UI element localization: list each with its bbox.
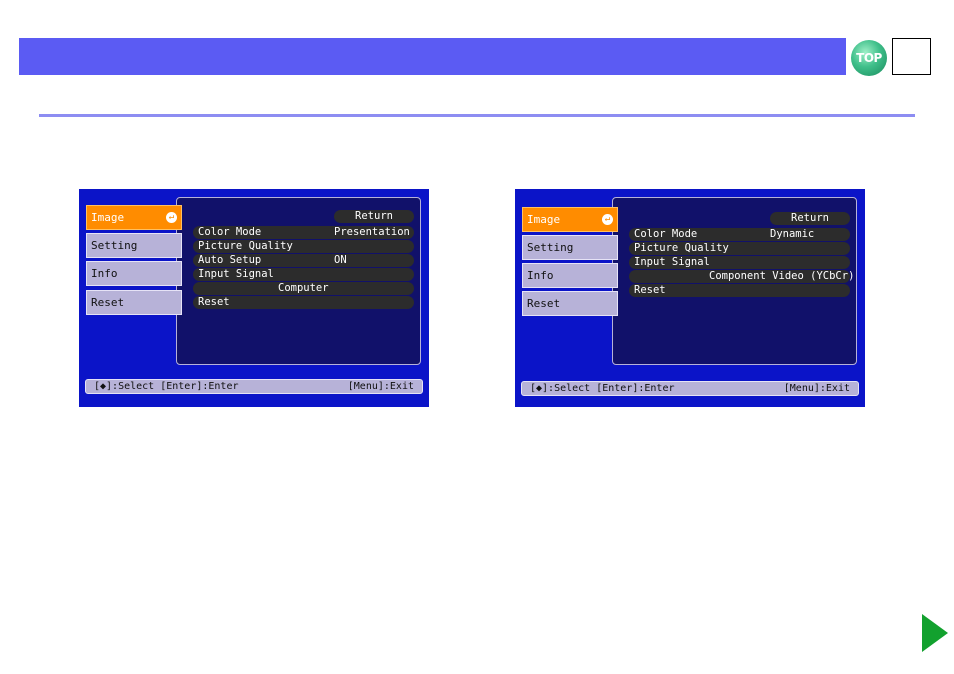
status-exit-hint: [Menu]:Exit [783, 383, 850, 394]
tab-image[interactable]: Image ↵ [86, 205, 182, 230]
projector-menu-screen-computer: Return Color Mode Presentation Picture Q… [79, 189, 429, 407]
header-bar [19, 38, 846, 75]
menu-row-auto-setup[interactable]: Auto Setup ON [193, 254, 414, 267]
tab-label: Reset [91, 296, 125, 309]
tab-setting[interactable]: Setting [522, 235, 618, 260]
row-value: Dynamic [770, 228, 815, 240]
submenu-panel: Return Color Mode Presentation Picture Q… [176, 197, 421, 365]
menu-row-picture-quality[interactable]: Picture Quality [629, 242, 850, 255]
menu-row-input-signal[interactable]: Input Signal [629, 256, 850, 269]
menu-row-color-mode[interactable]: Color Mode Presentation [193, 226, 414, 239]
return-button[interactable]: Return [334, 210, 414, 223]
page-number-box [892, 38, 931, 75]
tab-reset[interactable]: Reset [86, 290, 182, 315]
section-divider [39, 114, 915, 117]
menu-row-input-signal-value[interactable]: Computer [193, 282, 414, 295]
return-button[interactable]: Return [770, 212, 850, 225]
row-label: Color Mode [198, 226, 262, 238]
row-label: Auto Setup [198, 254, 262, 266]
menu-row-reset[interactable]: Reset [629, 284, 850, 297]
row-label: Reset [634, 284, 666, 296]
row-value: ON [334, 254, 347, 266]
row-label: Reset [198, 296, 230, 308]
enter-return-icon: ↵ [166, 212, 177, 223]
tab-image[interactable]: Image ↵ [522, 207, 618, 232]
menu-row-picture-quality[interactable]: Picture Quality [193, 240, 414, 253]
top-button[interactable]: TOP [851, 40, 887, 76]
enter-return-icon: ↵ [602, 214, 613, 225]
row-label: Color Mode [634, 228, 698, 240]
row-label: Picture Quality [634, 242, 729, 254]
tab-label: Setting [527, 241, 574, 254]
tab-label: Reset [527, 297, 561, 310]
tab-label: Info [91, 267, 118, 280]
row-label: Input Signal [634, 256, 710, 268]
menu-row-input-signal-value[interactable]: Component Video (YCbCr) [629, 270, 854, 283]
next-page-arrow-icon[interactable] [922, 614, 948, 652]
status-select-hint: [◆]:Select [Enter]:Enter [94, 381, 239, 392]
tab-info[interactable]: Info [522, 263, 618, 288]
menu-row-input-signal[interactable]: Input Signal [193, 268, 414, 281]
status-exit-hint: [Menu]:Exit [347, 381, 414, 392]
tab-label: Image [527, 213, 561, 226]
row-value: Computer [278, 282, 329, 294]
tab-setting[interactable]: Setting [86, 233, 182, 258]
submenu-panel: Return Color Mode Dynamic Picture Qualit… [612, 197, 857, 365]
row-label: Input Signal [198, 268, 274, 280]
tab-label: Image [91, 211, 125, 224]
status-bar: [◆]:Select [Enter]:Enter [Menu]:Exit [521, 381, 859, 396]
row-value: Presentation [334, 226, 410, 238]
row-value: Component Video (YCbCr) [709, 270, 855, 282]
status-bar: [◆]:Select [Enter]:Enter [Menu]:Exit [85, 379, 423, 394]
row-label: Picture Quality [198, 240, 293, 252]
tab-info[interactable]: Info [86, 261, 182, 286]
projector-menu-screen-component: Return Color Mode Dynamic Picture Qualit… [515, 189, 865, 407]
status-select-hint: [◆]:Select [Enter]:Enter [530, 383, 675, 394]
tab-reset[interactable]: Reset [522, 291, 618, 316]
menu-row-color-mode[interactable]: Color Mode Dynamic [629, 228, 850, 241]
menu-row-reset[interactable]: Reset [193, 296, 414, 309]
tab-label: Info [527, 269, 554, 282]
tab-label: Setting [91, 239, 138, 252]
